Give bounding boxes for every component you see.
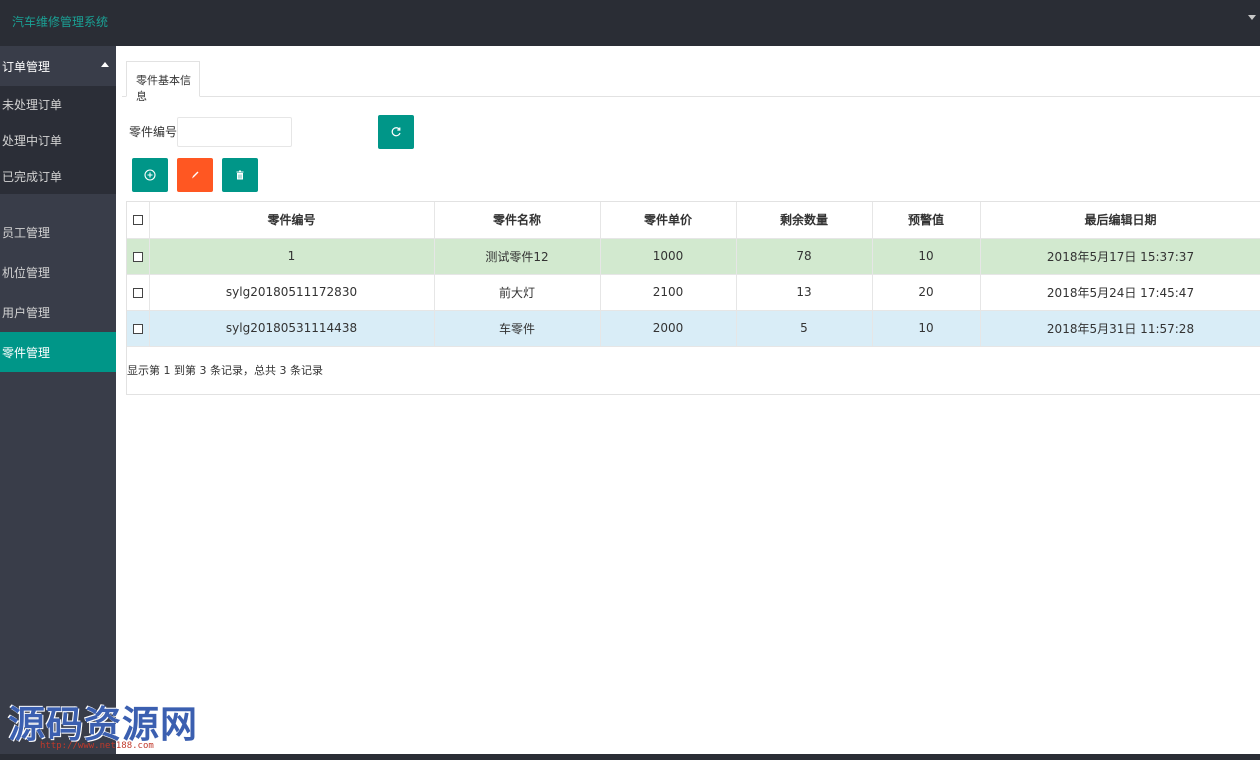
sidebar-item-label: 处理中订单 [2,134,63,148]
column-header-part-name[interactable]: 零件名称 [434,202,601,239]
cell-part-number: 1 [149,238,435,275]
cell-remaining-qty: 78 [736,238,873,275]
row-checkbox[interactable] [132,251,143,262]
row-select-cell [127,310,150,347]
column-header-warning-value[interactable]: 预警值 [872,202,981,239]
column-header-remaining-qty[interactable]: 剩余数量 [736,202,873,239]
caret-up-icon [101,62,109,67]
row-checkbox[interactable] [132,287,143,298]
row-checkbox[interactable] [132,323,143,334]
sidebar-item-processing-orders[interactable]: 处理中订单 [0,122,116,158]
sidebar-item-label: 已完成订单 [2,170,63,184]
column-header-unit-price[interactable]: 零件单价 [600,202,737,239]
refresh-icon [391,127,401,137]
cell-part-name: 前大灯 [434,274,601,311]
parts-table-container: 零件编号 零件名称 零件单价 剩余数量 预警值 最后编辑日期 1 测试零件12 … [126,201,1260,395]
delete-part-button[interactable] [222,158,258,192]
sidebar-item-label: 员工管理 [2,226,51,240]
sidebar-item-users[interactable]: 用户管理 [0,292,116,332]
part-number-search-input[interactable] [177,117,292,147]
cell-last-edited: 2018年5月24日 17:45:47 [980,274,1260,311]
table-row[interactable]: 1 测试零件12 1000 78 10 2018年5月17日 15:37:37 [127,238,1260,275]
cell-warning-value: 20 [872,274,981,311]
refresh-button[interactable] [378,115,414,149]
watermark-title: 源码资源网 [8,703,198,746]
cell-part-name: 测试零件12 [434,238,601,275]
cell-unit-price: 2100 [600,274,737,311]
select-all-cell [127,202,150,239]
sidebar-item-stations[interactable]: 机位管理 [0,252,116,292]
cell-warning-value: 10 [872,310,981,347]
edit-part-button[interactable] [177,158,213,192]
sidebar-item-unprocessed-orders[interactable]: 未处理订单 [0,86,116,122]
table-header-row: 零件编号 零件名称 零件单价 剩余数量 预警值 最后编辑日期 [127,202,1260,239]
sidebar-item-label: 未处理订单 [2,98,63,112]
sidebar-item-employees[interactable]: 员工管理 [0,212,116,252]
sidebar-item-label: 零件管理 [2,346,51,360]
parts-table: 零件编号 零件名称 零件单价 剩余数量 预警值 最后编辑日期 1 测试零件12 … [127,202,1260,347]
cell-remaining-qty: 13 [736,274,873,311]
select-all-checkbox[interactable] [132,215,143,226]
sidebar-item-label: 用户管理 [2,306,51,320]
tab-parts-info[interactable]: 零件基本信息 [126,61,200,103]
add-circle-icon [144,169,156,181]
cell-part-number: sylg20180511172830 [149,274,435,311]
sidebar-submenu: 未处理订单 处理中订单 已完成订单 [0,86,116,194]
pencil-icon [192,171,199,179]
watermark-url: http://www.net188.com [40,741,154,751]
cell-part-name: 车零件 [434,310,601,347]
sidebar-group-label: 订单管理 [2,60,51,74]
tab-label: 零件基本信息 [136,74,191,103]
main-content: 零件基本信息 零件编号: 零件编号 零件名称 零件单价 剩余数量 预警值 最后编… [116,46,1260,754]
top-bar: 汽车维修管理系统 [0,0,1260,46]
cell-last-edited: 2018年5月17日 15:37:37 [980,238,1260,275]
row-select-cell [127,274,150,311]
sidebar-group-orders[interactable]: 订单管理 [0,46,116,86]
cell-unit-price: 2000 [600,310,737,347]
trash-icon [236,170,244,180]
column-header-part-number[interactable]: 零件编号 [149,202,435,239]
cell-warning-value: 10 [872,238,981,275]
table-row[interactable]: sylg20180511172830 前大灯 2100 13 20 2018年5… [127,274,1260,311]
tab-bar-divider [122,96,1260,97]
column-header-last-edited[interactable]: 最后编辑日期 [980,202,1260,239]
caret-down-icon[interactable] [1248,15,1256,20]
table-row[interactable]: sylg20180531114438 车零件 2000 5 10 2018年5月… [127,310,1260,347]
sidebar-item-parts[interactable]: 零件管理 [0,332,116,372]
search-label: 零件编号: [129,125,182,139]
app-title: 汽车维修管理系统 [12,15,109,29]
cell-part-number: sylg20180531114438 [149,310,435,347]
row-select-cell [127,238,150,275]
watermark: 源码资源网 http://www.net188.com [8,694,218,754]
cell-unit-price: 1000 [600,238,737,275]
cell-last-edited: 2018年5月31日 11:57:28 [980,310,1260,347]
add-part-button[interactable] [132,158,168,192]
sidebar-item-label: 机位管理 [2,266,51,280]
sidebar: 订单管理 未处理订单 处理中订单 已完成订单 员工管理 机位管理 用户管理 零件… [0,46,116,754]
sidebar-item-completed-orders[interactable]: 已完成订单 [0,158,116,194]
pagination-info: 显示第 1 到第 3 条记录，总共 3 条记录 [127,364,323,377]
cell-remaining-qty: 5 [736,310,873,347]
bottom-bar [0,754,1260,760]
